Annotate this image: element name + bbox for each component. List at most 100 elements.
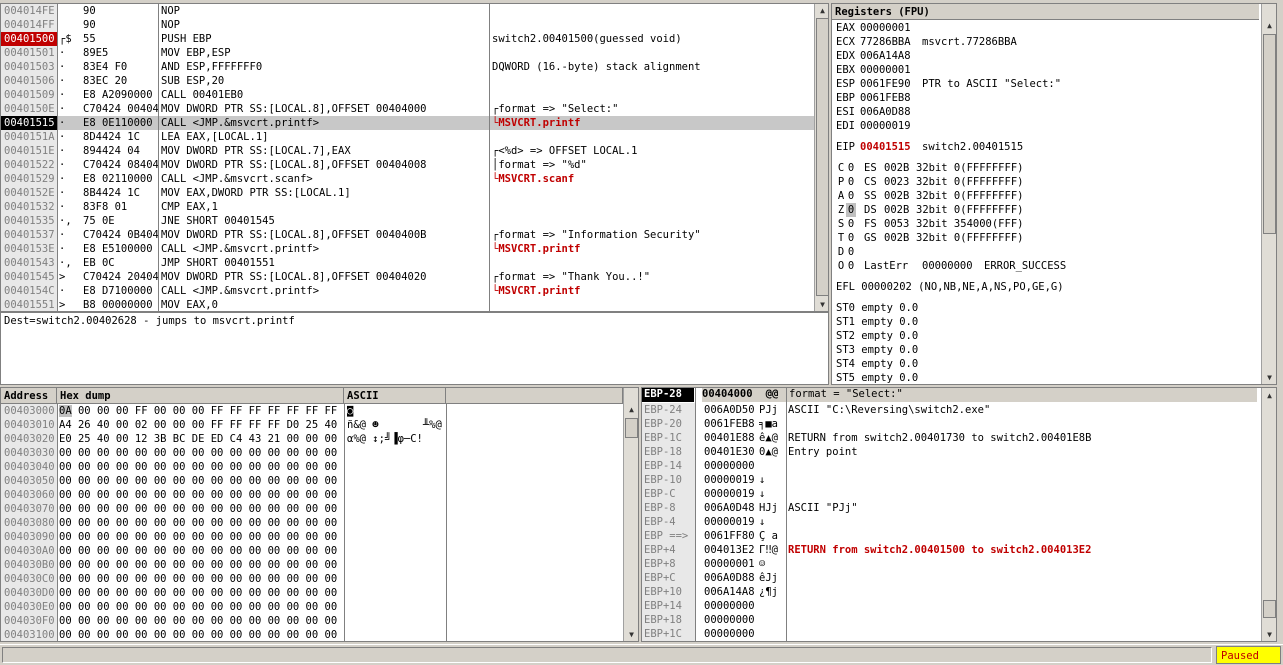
register-ebx[interactable]: EBX 00000001 — [836, 63, 922, 77]
fpu-register[interactable]: ST2 empty 0.0 — [836, 329, 918, 343]
disasm-row[interactable]: 00401515 · E8 0E110000 CALL <JMP.&msvcrt.pr… — [1, 116, 814, 130]
disasm-row[interactable]: 00401543 ·, EB 0C JMP SHORT 00401551 — [1, 256, 814, 270]
scroll-up-icon[interactable]: ▲ — [625, 404, 638, 416]
fpu-register[interactable]: ST5 empty 0.0 — [836, 371, 918, 384]
stack-row[interactable]: EBP+8 00000001 ☺ — [642, 557, 1262, 571]
flag-row[interactable]: P 0 CS 0023 32bit 0(FFFFFFFF) — [836, 175, 1024, 189]
stack-offset[interactable]: EBP ==> — [642, 529, 695, 543]
flag-value[interactable]: 0 — [846, 245, 856, 259]
disasm-row[interactable]: 00401535 ·, 75 0E JNE SHORT 00401545 — [1, 214, 814, 228]
dump-address[interactable]: 004030F0 — [1, 614, 57, 628]
scroll-up-icon[interactable]: ▲ — [1263, 20, 1276, 32]
flag-row[interactable]: Z 0 DS 002B 32bit 0(FFFFFFFF) — [836, 203, 1023, 217]
scroll-down-icon[interactable]: ▼ — [816, 299, 828, 311]
stack-offset[interactable]: EBP-18 — [642, 445, 695, 459]
dump-row[interactable]: 00403030 00 00 00 00 00 00 00 00 00 00 00… — [1, 446, 623, 460]
disasm-address[interactable]: 00401503 — [1, 60, 57, 74]
stack-header-value[interactable]: 00404000 — [702, 388, 758, 402]
disasm-address[interactable]: 00401506 — [1, 74, 57, 88]
register-value[interactable]: 0061FE90 — [860, 77, 922, 91]
dump-address[interactable]: 00403090 — [1, 530, 57, 544]
dump-row[interactable]: 00403060 00 00 00 00 00 00 00 00 00 00 00… — [1, 488, 623, 502]
scroll-thumb[interactable] — [1263, 600, 1276, 618]
dump-row[interactable]: 004030A0 00 00 00 00 00 00 00 00 00 00 00… — [1, 544, 623, 558]
dump-row[interactable]: 00403070 00 00 00 00 00 00 00 00 00 00 00… — [1, 502, 623, 516]
dump-header-ascii[interactable]: ASCII — [344, 388, 446, 404]
disasm-row[interactable]: 00401532 · 83F8 01 CMP EAX,1 — [1, 200, 814, 214]
disasm-row[interactable]: 0040150E · C70424 00404(MOV DWORD PTR SS:[… — [1, 102, 814, 116]
stack-scrollbar[interactable]: ▲ ▼ — [1261, 388, 1276, 641]
dump-row[interactable]: 00403090 00 00 00 00 00 00 00 00 00 00 00… — [1, 530, 623, 544]
disasm-row[interactable]: 004014FE 90 NOP — [1, 4, 814, 18]
disasm-row[interactable]: 00401503 · 83E4 F0 AND ESP,FFFFFFF0 DQWORD (… — [1, 60, 814, 74]
disasm-scrollbar[interactable]: ▲ ▼ — [814, 4, 828, 311]
flag-row[interactable]: S 0 FS 0053 32bit 354000(FFF) — [836, 217, 1024, 231]
register-eax[interactable]: EAX 00000001 — [836, 21, 922, 35]
register-edx[interactable]: EDX 006A14A8 — [836, 49, 922, 63]
disasm-address[interactable]: 0040153E — [1, 242, 57, 256]
stack-offset[interactable]: EBP-14 — [642, 459, 695, 473]
dump-row[interactable]: 004030F0 00 00 00 00 00 00 00 00 00 00 00… — [1, 614, 623, 628]
stack-row[interactable]: EBP-4 00000019 ↓ — [642, 515, 1262, 529]
disasm-row[interactable]: 00401509 · E8 A2090000 CALL 00401EB0 — [1, 88, 814, 102]
stack-row[interactable]: EBP-20 0061FEB8 ╕■a — [642, 417, 1262, 431]
flag-row[interactable]: C 0 ES 002B 32bit 0(FFFFFFFF) — [836, 161, 1024, 175]
stack-offset[interactable]: EBP+8 — [642, 557, 695, 571]
stack-offset[interactable]: EBP-20 — [642, 417, 695, 431]
registers-pane[interactable]: Registers (FPU) EAX 00000001 ECX 77286BBA ms… — [831, 3, 1277, 385]
stack-offset[interactable]: EBP-1C — [642, 431, 695, 445]
stack-row[interactable]: EBP+10 006A14A8 ¿¶j — [642, 585, 1262, 599]
disasm-row[interactable]: 00401551 > B8 00000000 MOV EAX,0 — [1, 298, 814, 311]
dump-address[interactable]: 00403000 — [1, 404, 57, 418]
dump-selected-byte[interactable]: 0A — [59, 405, 72, 417]
scroll-thumb[interactable] — [1263, 34, 1276, 234]
disasm-address[interactable]: 00401532 — [1, 200, 57, 214]
registers-scrollbar[interactable]: ▲ ▼ — [1261, 4, 1276, 384]
stack-row[interactable]: EBP+14 00000000 — [642, 599, 1262, 613]
flag-value[interactable]: 0 — [846, 231, 856, 245]
stack-pane[interactable]: EBP-28 00404000 @@ format = "Select:" EB… — [641, 387, 1277, 642]
stack-offset[interactable]: EBP-4 — [642, 515, 695, 529]
dump-row[interactable]: 00403100 00 00 00 00 00 00 00 00 00 00 00… — [1, 628, 623, 641]
disasm-row[interactable]: 0040154C · E8 D7100000 CALL <JMP.&msvcrt.pr… — [1, 284, 814, 298]
disasm-row[interactable]: 0040151A · 8D4424 1C LEA EAX,[LOCAL.1] — [1, 130, 814, 144]
fpu-register[interactable]: ST1 empty 0.0 — [836, 315, 918, 329]
dump-row[interactable]: 00403000 0A 00 00 00 FF 00 00 00 FF FF FF… — [1, 404, 623, 418]
stack-row[interactable]: EBP-1C 00401E88 ê▲@ RETURN from switch2.004… — [642, 431, 1262, 445]
stack-row[interactable]: EBP+1C 00000000 — [642, 627, 1262, 641]
disasm-address[interactable]: 004014FF — [1, 18, 57, 32]
stack-row[interactable]: EBP-10 00000019 ↓ — [642, 473, 1262, 487]
flag-value[interactable]: 0 — [846, 203, 856, 217]
register-value[interactable]: 00000001 — [860, 21, 922, 35]
disasm-row[interactable]: 00401500 ┌$ 55 PUSH EBP switch2.00401500(gue… — [1, 32, 814, 46]
disasm-address[interactable]: 0040151E — [1, 144, 57, 158]
register-value[interactable]: 006A14A8 — [860, 49, 922, 63]
dump-header-hex[interactable]: Hex dump — [57, 388, 344, 404]
stack-offset[interactable]: EBP+14 — [642, 599, 695, 613]
scroll-up-icon[interactable]: ▲ — [1263, 390, 1276, 402]
stack-row[interactable]: EBP+18 00000000 — [642, 613, 1262, 627]
disasm-address[interactable]: 00401515 — [1, 116, 57, 130]
disasm-address[interactable]: 00401551 — [1, 298, 57, 311]
dump-row[interactable]: 004030D0 00 00 00 00 00 00 00 00 00 00 00… — [1, 586, 623, 600]
dump-row[interactable]: 004030E0 00 00 00 00 00 00 00 00 00 00 00… — [1, 600, 623, 614]
register-value[interactable]: 006A0D88 — [860, 105, 922, 119]
stack-row[interactable]: EBP-18 00401E30 0▲@ Entry point — [642, 445, 1262, 459]
stack-offset[interactable]: EBP+18 — [642, 613, 695, 627]
dump-address[interactable]: 00403060 — [1, 488, 57, 502]
dump-address[interactable]: 004030B0 — [1, 558, 57, 572]
disasm-address[interactable]: 00401535 — [1, 214, 57, 228]
scroll-down-icon[interactable]: ▼ — [1263, 629, 1276, 641]
register-value[interactable]: 00401515 — [860, 140, 922, 154]
disasm-address[interactable]: 004014FE — [1, 4, 57, 18]
stack-offset[interactable]: EBP+C — [642, 571, 695, 585]
flag-value[interactable]: 0 — [846, 189, 856, 203]
disasm-row[interactable]: 00401522 · C70424 08404(MOV DWORD PTR SS:[… — [1, 158, 814, 172]
disasm-row[interactable]: 004014FF 90 NOP — [1, 18, 814, 32]
dump-address[interactable]: 00403030 — [1, 446, 57, 460]
stack-row[interactable]: EBP ==> 0061FF80 Ç a — [642, 529, 1262, 543]
dump-row[interactable]: 00403040 00 00 00 00 00 00 00 00 00 00 00… — [1, 460, 623, 474]
disasm-row[interactable]: 0040152E · 8B4424 1C MOV EAX,DWORD PTR SS:[… — [1, 186, 814, 200]
scroll-down-icon[interactable]: ▼ — [625, 629, 638, 641]
scroll-thumb[interactable] — [816, 18, 828, 296]
